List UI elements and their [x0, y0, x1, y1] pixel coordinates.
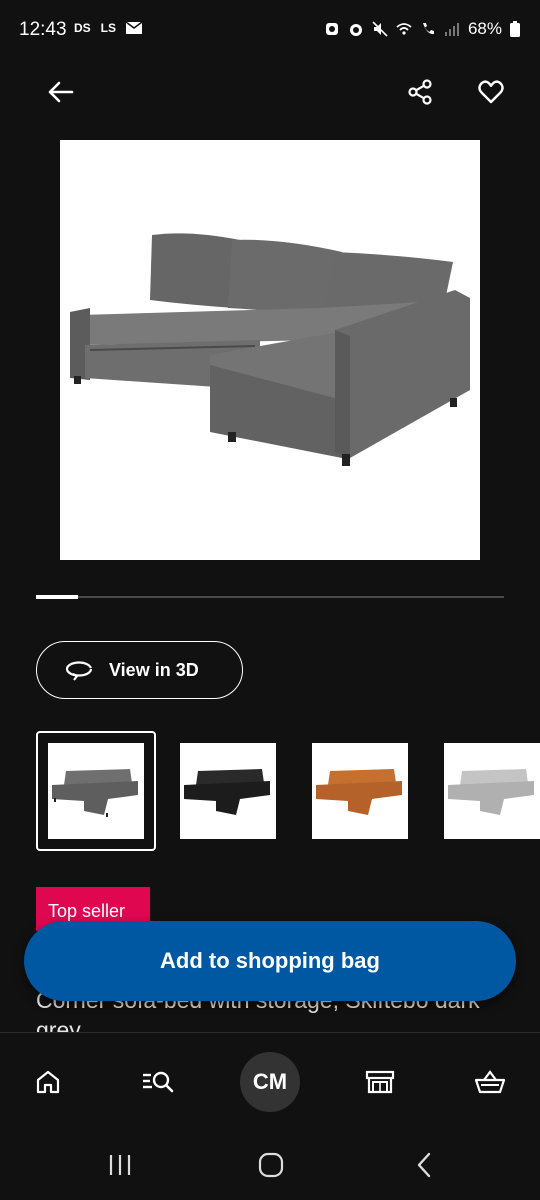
ds-indicator: DS — [74, 21, 91, 35]
nav-search[interactable] — [128, 1052, 188, 1112]
share-icon — [408, 79, 432, 105]
view-in-3d-button[interactable]: View in 3D — [36, 641, 243, 699]
rotate-3d-icon — [65, 661, 93, 681]
screenshot-icon — [325, 23, 338, 35]
mute-icon — [372, 21, 388, 37]
account-avatar: CM — [240, 1052, 300, 1112]
home-circle-icon — [258, 1152, 284, 1178]
alarm-icon — [349, 24, 362, 36]
call-icon — [422, 23, 434, 35]
status-time: 12:43 — [19, 19, 67, 40]
wifi-icon — [396, 23, 412, 35]
status-bar: 12:43 DS LS 68% — [0, 0, 540, 60]
nav-stores[interactable] — [350, 1052, 410, 1112]
variant-thumb-light-grey[interactable] — [444, 743, 540, 839]
arrow-left-icon — [48, 81, 74, 103]
variant-thumb-orange[interactable] — [312, 743, 408, 839]
share-button[interactable] — [396, 68, 444, 116]
sofa-thumb-dark-grey — [52, 769, 138, 817]
nav-basket[interactable] — [460, 1052, 520, 1112]
recents-icon — [109, 1155, 131, 1175]
home-icon — [36, 1070, 60, 1094]
carousel-progress-track — [36, 596, 504, 598]
favorite-button[interactable] — [467, 68, 515, 116]
status-right-icons: 68% — [324, 19, 520, 39]
corner-sofa-bed-grey — [70, 233, 470, 466]
battery-icon — [510, 21, 520, 37]
product-image[interactable] — [60, 140, 480, 560]
nav-home[interactable] — [18, 1052, 78, 1112]
sofa-thumb-orange — [316, 769, 402, 815]
nav-account[interactable]: CM — [240, 1052, 300, 1112]
signal-icon — [444, 23, 459, 36]
mail-icon — [126, 22, 143, 34]
sofa-thumb-black — [184, 769, 270, 815]
home-system-button[interactable] — [241, 1145, 301, 1185]
view-in-3d-label: View in 3D — [109, 659, 199, 680]
back-system-button[interactable] — [394, 1145, 454, 1185]
store-icon — [365, 1070, 395, 1094]
basket-icon — [474, 1070, 506, 1094]
back-chevron-icon — [417, 1152, 431, 1178]
sofa-thumb-light-grey — [448, 769, 534, 815]
ls-indicator: LS — [100, 21, 117, 35]
carousel-progress-indicator — [36, 595, 78, 599]
add-to-shopping-bag-button[interactable]: Add to shopping bag — [24, 921, 516, 1001]
battery-percent: 68% — [467, 19, 502, 38]
variant-thumb-dark-grey[interactable] — [48, 743, 144, 839]
status-left-icons: DS LS — [74, 21, 143, 35]
search-icon — [143, 1071, 174, 1093]
variant-thumb-black[interactable] — [180, 743, 276, 839]
recents-button[interactable] — [90, 1145, 150, 1185]
back-button[interactable] — [36, 68, 84, 116]
heart-icon — [478, 80, 504, 104]
